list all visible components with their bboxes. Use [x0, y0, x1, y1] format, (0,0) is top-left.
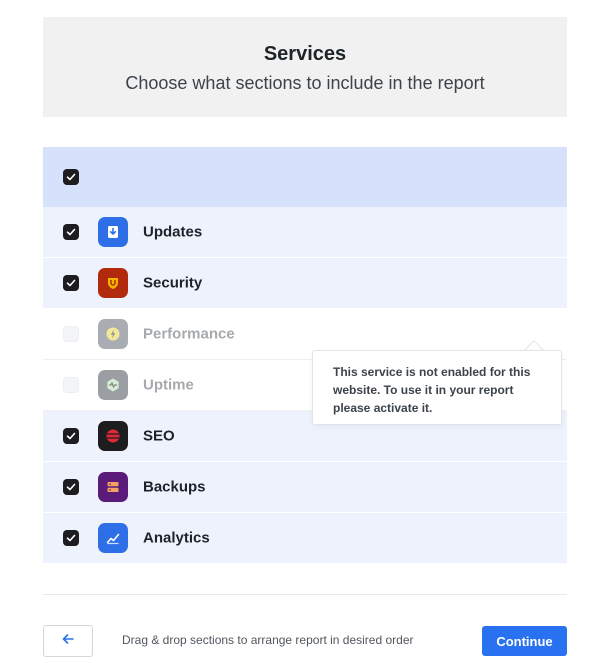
security-icon	[98, 268, 128, 298]
drag-drop-hint: Drag & drop sections to arrange report i…	[122, 633, 414, 647]
page-subtitle: Choose what sections to include in the r…	[125, 73, 485, 93]
security-label: Security	[143, 274, 203, 292]
backups-label: Backups	[143, 478, 206, 496]
analytics-label: Analytics	[143, 529, 210, 547]
disabled-service-tooltip: This service is not enabled for this web…	[312, 350, 562, 425]
performance-checkbox[interactable]	[63, 326, 79, 342]
continue-button[interactable]: Continue	[482, 626, 567, 656]
uptime-checkbox[interactable]	[63, 377, 79, 393]
report-header: Services Choose what sections to include…	[43, 17, 567, 117]
backups-checkbox[interactable]	[63, 479, 79, 495]
analytics-checkbox[interactable]	[63, 530, 79, 546]
updates-checkbox[interactable]	[63, 224, 79, 240]
footer-divider	[43, 594, 567, 595]
arrow-left-icon	[61, 632, 75, 651]
page-title: Services	[263, 43, 347, 65]
performance-icon	[98, 319, 128, 349]
uptime-icon	[98, 370, 128, 400]
select-all-row	[43, 147, 567, 207]
performance-label: Performance	[143, 325, 235, 343]
select-all-checkbox[interactable]	[63, 169, 79, 185]
back-button[interactable]	[43, 625, 93, 657]
backups-icon	[98, 472, 128, 502]
analytics-icon	[98, 523, 128, 553]
seo-icon	[98, 421, 128, 451]
service-row-analytics[interactable]: Analytics	[43, 513, 567, 564]
uptime-label: Uptime	[143, 376, 194, 394]
updates-icon	[98, 217, 128, 247]
service-row-security[interactable]: Security	[43, 258, 567, 309]
seo-label: SEO	[143, 427, 175, 445]
service-row-backups[interactable]: Backups	[43, 462, 567, 513]
seo-checkbox[interactable]	[63, 428, 79, 444]
security-checkbox[interactable]	[63, 275, 79, 291]
updates-label: Updates	[143, 223, 203, 241]
service-row-updates[interactable]: Updates	[43, 207, 567, 258]
tooltip-text: This service is not enabled for this web…	[333, 365, 531, 415]
